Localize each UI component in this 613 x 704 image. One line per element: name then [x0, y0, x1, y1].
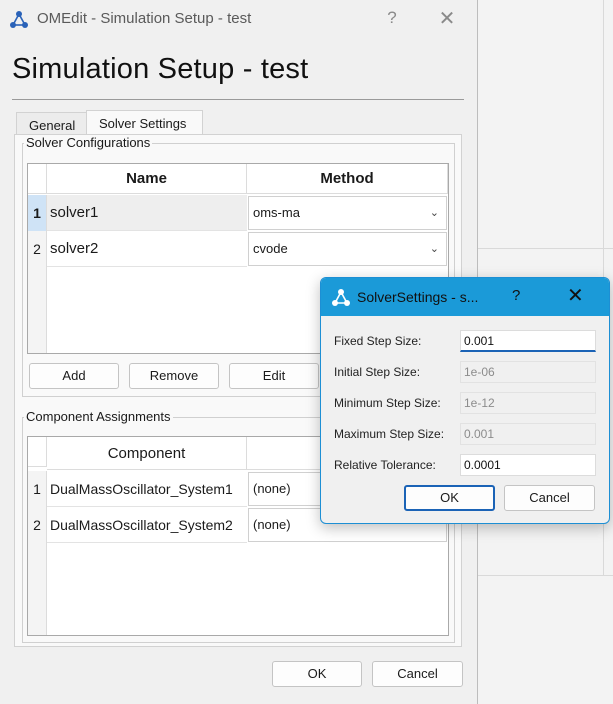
corner-header: [28, 437, 47, 467]
cancel-button[interactable]: Cancel: [372, 661, 463, 687]
solver-name-cell[interactable]: solver1: [47, 195, 247, 231]
minimum-step-size-input: 1e-12: [460, 392, 596, 414]
maximum-step-size-label: Maximum Step Size:: [334, 427, 445, 441]
canvas-divider: [478, 575, 613, 576]
corner-header: [28, 164, 47, 194]
component-name-cell[interactable]: DualMassOscillator_System1: [47, 471, 247, 507]
omedit-app-icon: [10, 11, 28, 28]
method-select[interactable]: cvode ⌄: [248, 232, 447, 266]
row-header-filler: [28, 267, 47, 353]
ok-button[interactable]: OK: [404, 485, 495, 511]
method-select[interactable]: oms-ma ⌄: [248, 196, 447, 230]
help-icon[interactable]: ?: [380, 6, 404, 30]
close-icon[interactable]: ✕: [434, 6, 460, 32]
minimum-step-size-label: Minimum Step Size:: [334, 396, 441, 410]
solver-settings-dialog: SolverSettings - s... ? ✕ Fixed Step Siz…: [320, 277, 610, 524]
row-number[interactable]: 2: [28, 231, 47, 267]
chevron-down-icon: ⌄: [429, 207, 439, 219]
method-value: cvode: [253, 241, 288, 256]
canvas-divider: [478, 248, 613, 249]
row-header-filler: [28, 543, 47, 635]
component-assignments-label: Component Assignments: [24, 409, 173, 424]
title-bar[interactable]: OMEdit - Simulation Setup - test ? ✕: [0, 0, 478, 38]
fixed-step-size-label: Fixed Step Size:: [334, 334, 422, 348]
remove-button[interactable]: Remove: [129, 363, 219, 389]
component-name-cell[interactable]: DualMassOscillator_System2: [47, 507, 247, 543]
method-value: oms-ma: [253, 205, 300, 220]
page-title: Simulation Setup - test: [12, 53, 309, 85]
close-icon[interactable]: ✕: [567, 283, 584, 308]
window-title: OMEdit - Simulation Setup - test: [37, 10, 252, 27]
row-number[interactable]: 1: [28, 471, 47, 507]
relative-tolerance-label: Relative Tolerance:: [334, 458, 436, 472]
chevron-down-icon: ⌄: [429, 243, 439, 255]
tab-solver-settings[interactable]: Solver Settings: [86, 110, 203, 135]
ok-button[interactable]: OK: [272, 661, 362, 687]
cancel-button[interactable]: Cancel: [504, 485, 595, 511]
solver-value: (none): [253, 517, 291, 532]
initial-step-size-label: Initial Step Size:: [334, 365, 421, 379]
column-header-name[interactable]: Name: [47, 164, 247, 194]
column-header-component[interactable]: Component: [47, 437, 247, 470]
relative-tolerance-input[interactable]: 0.0001: [460, 454, 596, 476]
fixed-step-size-input[interactable]: 0.001: [460, 330, 596, 352]
maximum-step-size-input: 0.001: [460, 423, 596, 445]
solver-name-cell[interactable]: solver2: [47, 231, 247, 267]
title-bar[interactable]: SolverSettings - s... ? ✕: [321, 278, 609, 316]
edit-button[interactable]: Edit: [229, 363, 319, 389]
initial-step-size-input: 1e-06: [460, 361, 596, 383]
add-button[interactable]: Add: [29, 363, 119, 389]
omedit-app-icon: [332, 289, 350, 306]
tab-general[interactable]: General: [16, 112, 87, 135]
solver-configurations-label: Solver Configurations: [24, 135, 153, 150]
column-header-method[interactable]: Method: [247, 164, 448, 194]
help-icon[interactable]: ?: [512, 287, 520, 304]
row-number[interactable]: 1: [28, 195, 47, 231]
dialog-title: SolverSettings - s...: [357, 289, 479, 305]
solver-value: (none): [253, 481, 291, 496]
row-number[interactable]: 2: [28, 507, 47, 543]
divider: [12, 99, 464, 100]
